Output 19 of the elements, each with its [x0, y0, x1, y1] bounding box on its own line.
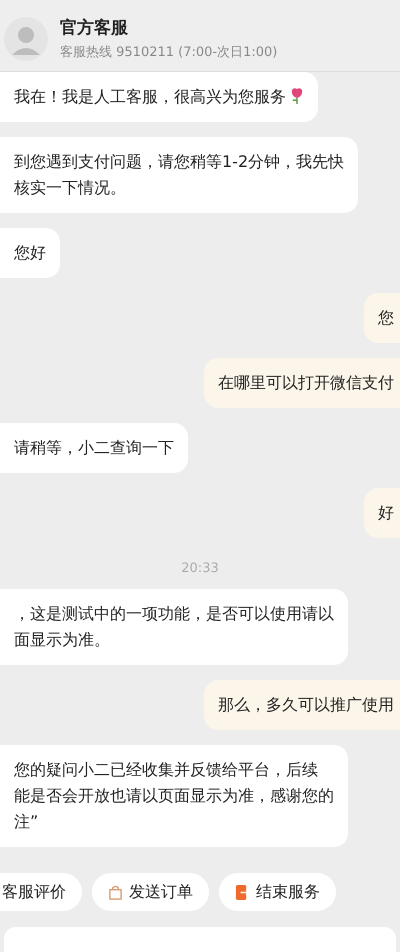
agent-message-bubble: 我在！我是人工客服，很高兴为您服务 [0, 72, 318, 122]
agent-message-bubble: ，这是测试中的一项功能，是否可以使用请以 面显示为准。 [0, 589, 348, 665]
user-message-bubble: 好 [364, 488, 400, 538]
hotline-text: 客服热线 9510211 (7:00-次日1:00) [60, 44, 278, 61]
user-message-bubble: 您 [364, 293, 400, 343]
agent-message-bubble: 您的疑问小二已经收集并反馈给平台，后续 能是否会开放也请以页面显示为准，感谢您的 注” [0, 745, 348, 847]
rose-icon [290, 87, 304, 105]
user-message-bubble: 那么，多久可以推广使用 [204, 680, 400, 730]
timestamp: 20:33 [181, 561, 219, 576]
agent-message-bubble: 到您遇到支付问题，请您稍等1-2分钟，我先快 核实一下情况。 [0, 137, 358, 213]
avatar-icon [4, 16, 48, 60]
bag-icon [108, 884, 123, 900]
agent-message-bubble: 您好 [0, 228, 60, 278]
quick-action-button[interactable]: 结束服务 [219, 873, 336, 911]
quick-action-button[interactable]: 客服评价 [0, 873, 82, 911]
user-message-bubble: 在哪里可以打开微信支付 [204, 358, 400, 408]
quick-action-button[interactable]: 发送订单 [92, 873, 209, 911]
chat-title: 官方客服 [60, 17, 129, 39]
agent-message-bubble: 请稍等，小二查询一下 [0, 423, 188, 473]
